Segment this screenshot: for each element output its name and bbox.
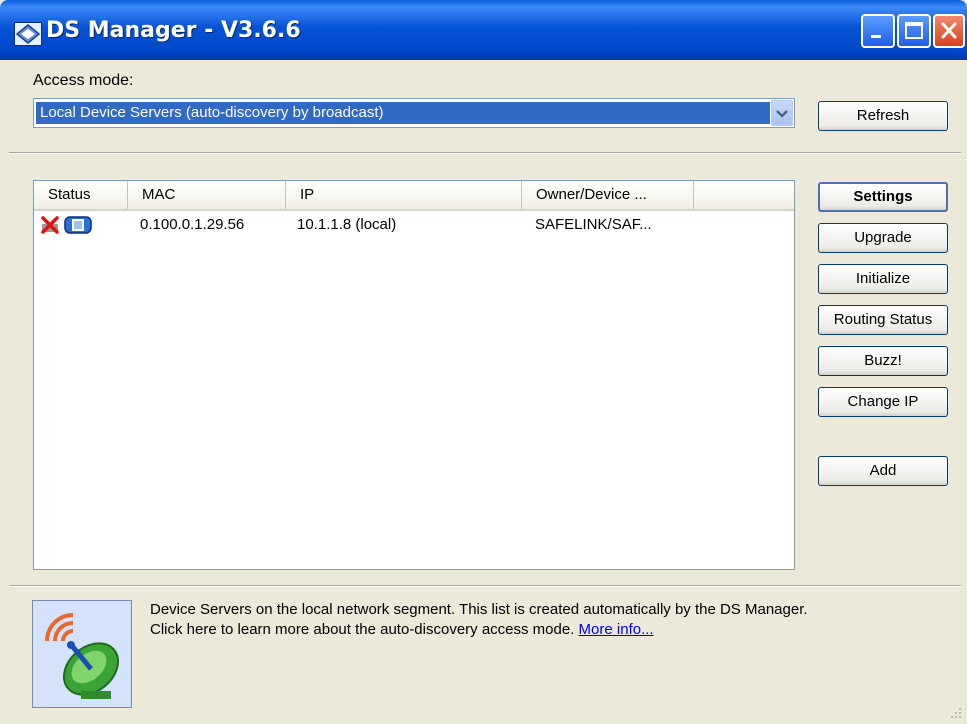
routing-status-button[interactable]: Routing Status [818, 305, 948, 335]
separator-bottom [9, 585, 961, 587]
access-mode-select[interactable]: Local Device Servers (auto-discovery by … [33, 98, 795, 128]
column-header-ip[interactable]: IP [286, 181, 522, 209]
column-header-status[interactable]: Status [34, 181, 128, 209]
info-line-2-text: Click here to learn more about the auto-… [150, 621, 575, 638]
app-icon [14, 22, 42, 46]
red-x-icon [40, 215, 62, 243]
access-mode-label: Access mode: [33, 72, 134, 89]
status-cell [40, 215, 94, 235]
more-info-link[interactable]: More info... [579, 621, 654, 638]
column-header-mac[interactable]: MAC [128, 181, 286, 209]
access-mode-selected-value: Local Device Servers (auto-discovery by … [35, 101, 771, 125]
info-description: Device Servers on the local network segm… [150, 600, 808, 640]
dropdown-arrow-icon[interactable] [771, 100, 793, 126]
column-header-owner-device[interactable]: Owner/Device ... [522, 181, 694, 209]
info-line-1: Device Servers on the local network segm… [150, 601, 808, 618]
owner-device-cell: SAFELINK/SAF... [535, 216, 652, 233]
ds-manager-window: DS Manager - V3.6.6 Access mode: Local D… [0, 0, 967, 724]
minimize-button[interactable] [861, 14, 895, 48]
upgrade-button[interactable]: Upgrade [818, 223, 948, 253]
maximize-button[interactable] [897, 14, 931, 48]
satellite-dish-icon[interactable] [32, 600, 132, 708]
separator-top [9, 152, 961, 154]
buzz-button[interactable]: Buzz! [818, 346, 948, 376]
device-list[interactable]: Status MAC IP Owner/Device ... 0.100.0.1… [33, 180, 795, 570]
add-button[interactable]: Add [818, 456, 948, 486]
list-header: Status MAC IP Owner/Device ... [34, 181, 794, 211]
device-server-icon [64, 215, 92, 243]
change-ip-button[interactable]: Change IP [818, 387, 948, 417]
initialize-button[interactable]: Initialize [818, 264, 948, 294]
resize-grip-icon[interactable] [949, 706, 963, 720]
refresh-button[interactable]: Refresh [818, 101, 948, 131]
mac-cell: 0.100.0.1.29.56 [140, 216, 245, 233]
table-row[interactable]: 0.100.0.1.29.56 10.1.1.8 (local) SAFELIN… [34, 213, 794, 237]
info-line-2: Click here to learn more about the auto-… [150, 620, 808, 640]
settings-button[interactable]: Settings [818, 182, 948, 212]
title-bar[interactable]: DS Manager - V3.6.6 [0, 0, 967, 60]
close-button[interactable] [933, 14, 965, 48]
window-title: DS Manager - V3.6.6 [46, 18, 301, 43]
ip-cell: 10.1.1.8 (local) [297, 216, 397, 233]
